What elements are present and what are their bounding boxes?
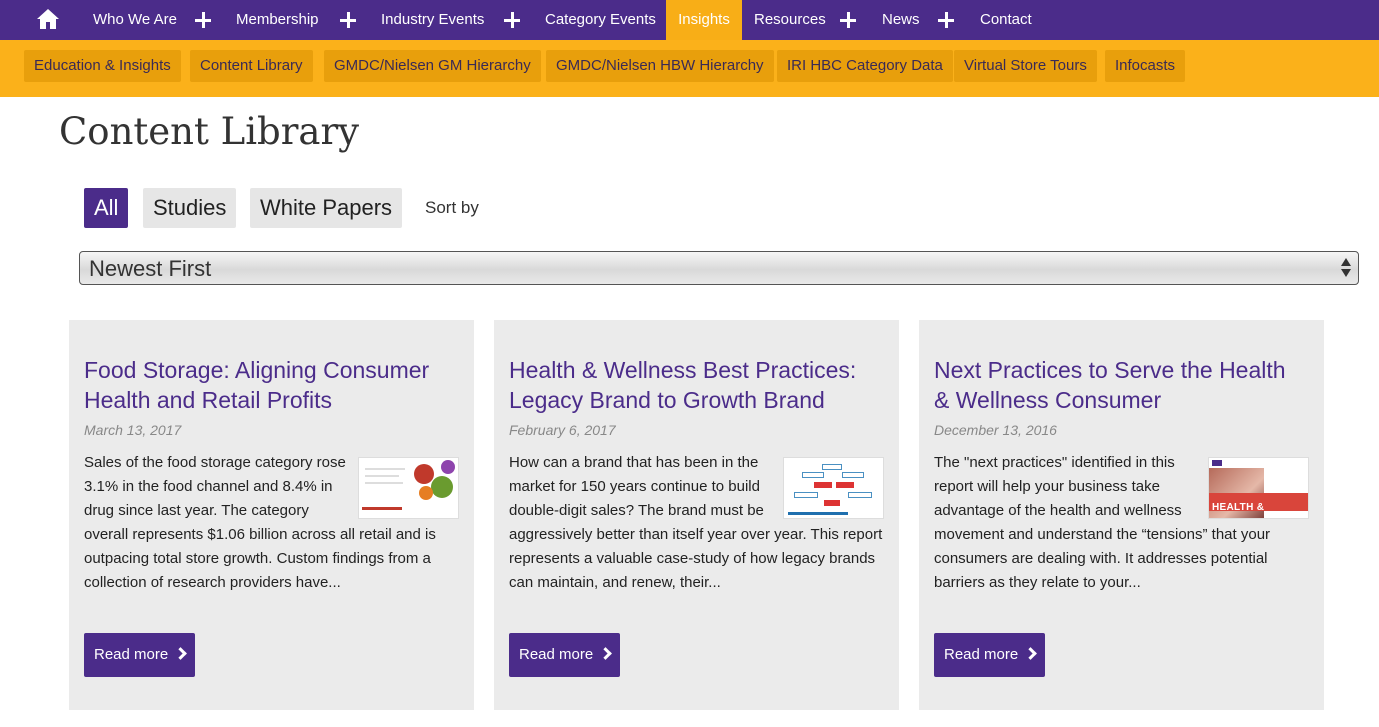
content-card: Food Storage: Aligning Consumer Health a… bbox=[69, 320, 474, 710]
top-nav: Who We Are Membership Industry Events Ca… bbox=[0, 0, 1379, 40]
expand-plus-icon[interactable] bbox=[338, 0, 358, 40]
card-excerpt: HEALTH & The "next practices" identified… bbox=[934, 451, 1309, 595]
read-more-label: Read more bbox=[519, 646, 594, 663]
card-date: February 6, 2017 bbox=[509, 422, 616, 438]
card-title[interactable]: Food Storage: Aligning Consumer Health a… bbox=[84, 355, 444, 415]
subnav-infocasts[interactable]: Infocasts bbox=[1105, 50, 1186, 82]
read-more-label: Read more bbox=[944, 646, 1019, 663]
expand-plus-icon[interactable] bbox=[193, 0, 213, 40]
card-title[interactable]: Next Practices to Serve the Health & Wel… bbox=[934, 355, 1294, 415]
read-more-label: Read more bbox=[94, 646, 169, 663]
card-date: March 13, 2017 bbox=[84, 422, 182, 438]
nav-item-contact[interactable]: Contact bbox=[980, 0, 1032, 40]
card-date: December 13, 2016 bbox=[934, 422, 1057, 438]
nav-item-industry-events[interactable]: Industry Events bbox=[381, 0, 484, 40]
sort-label: Sort by bbox=[425, 198, 479, 217]
nav-item-membership[interactable]: Membership bbox=[236, 0, 319, 40]
card-title[interactable]: Health & Wellness Best Practices: Legacy… bbox=[509, 355, 869, 415]
expand-plus-icon[interactable] bbox=[502, 0, 522, 40]
subnav-iri-hbc-data[interactable]: IRI HBC Category Data bbox=[777, 50, 953, 82]
page-title: Content Library bbox=[59, 110, 360, 153]
nav-item-category-events[interactable]: Category Events bbox=[545, 0, 656, 40]
card-excerpt: Sales of the food storage category rose … bbox=[84, 451, 459, 595]
sort-select-value: Newest First bbox=[89, 256, 212, 281]
home-icon[interactable] bbox=[36, 8, 60, 30]
chevron-right-icon bbox=[599, 647, 613, 660]
read-more-button[interactable]: Read more bbox=[509, 633, 621, 677]
select-arrows-icon bbox=[1340, 257, 1352, 279]
filter-white-papers[interactable]: White Papers bbox=[250, 188, 403, 228]
chevron-right-icon bbox=[174, 647, 188, 660]
expand-plus-icon[interactable] bbox=[838, 0, 858, 40]
sort-select[interactable]: Newest First bbox=[79, 251, 1359, 285]
read-more-button[interactable]: Read more bbox=[934, 633, 1046, 677]
card-thumbnail[interactable] bbox=[358, 457, 459, 519]
chevron-right-icon bbox=[1024, 647, 1038, 660]
nav-item-resources[interactable]: Resources bbox=[754, 0, 826, 40]
expand-plus-icon[interactable] bbox=[936, 0, 956, 40]
nav-item-who-we-are[interactable]: Who We Are bbox=[93, 0, 177, 40]
read-more-button[interactable]: Read more bbox=[84, 633, 196, 677]
filter-studies[interactable]: Studies bbox=[143, 188, 237, 228]
filter-all[interactable]: All bbox=[84, 188, 129, 228]
subnav-hbw-hierarchy[interactable]: GMDC/Nielsen HBW Hierarchy bbox=[546, 50, 774, 82]
sub-nav: Education & Insights Content Library GMD… bbox=[0, 40, 1379, 97]
subnav-education-insights[interactable]: Education & Insights bbox=[24, 50, 181, 82]
nav-item-insights[interactable]: Insights bbox=[666, 0, 742, 40]
content-card: Next Practices to Serve the Health & Wel… bbox=[919, 320, 1324, 710]
nav-item-news[interactable]: News bbox=[882, 0, 920, 40]
content-card: Health & Wellness Best Practices: Legacy… bbox=[494, 320, 899, 710]
subnav-virtual-store-tours[interactable]: Virtual Store Tours bbox=[954, 50, 1097, 82]
subnav-gm-hierarchy[interactable]: GMDC/Nielsen GM Hierarchy bbox=[324, 50, 541, 82]
card-thumbnail[interactable] bbox=[783, 457, 884, 519]
card-excerpt: How can a brand that has been in the mar… bbox=[509, 451, 884, 595]
card-thumbnail[interactable]: HEALTH & bbox=[1208, 457, 1309, 519]
subnav-content-library[interactable]: Content Library bbox=[190, 50, 313, 82]
